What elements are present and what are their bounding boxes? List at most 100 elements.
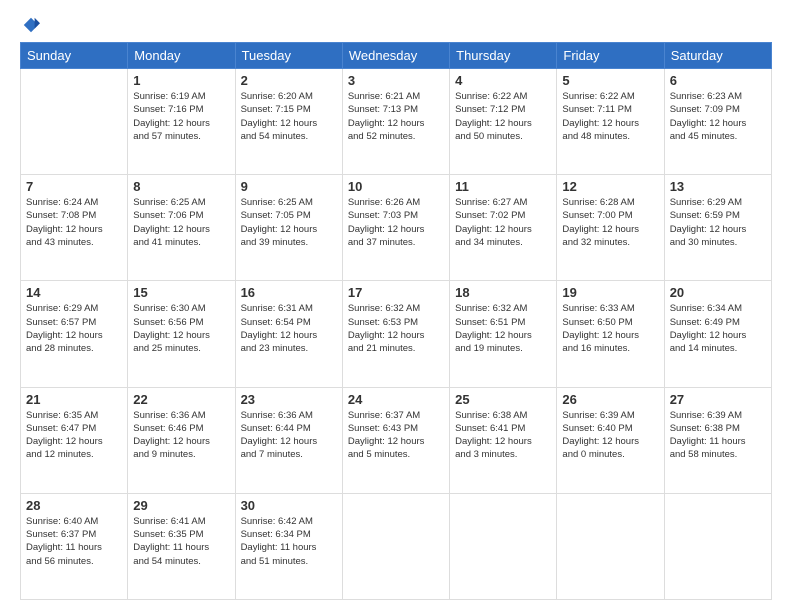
day-info: Sunrise: 6:20 AM Sunset: 7:15 PM Dayligh…	[241, 90, 337, 143]
day-info: Sunrise: 6:39 AM Sunset: 6:38 PM Dayligh…	[670, 409, 766, 462]
day-info: Sunrise: 6:40 AM Sunset: 6:37 PM Dayligh…	[26, 515, 122, 568]
day-info: Sunrise: 6:33 AM Sunset: 6:50 PM Dayligh…	[562, 302, 658, 355]
day-info: Sunrise: 6:22 AM Sunset: 7:12 PM Dayligh…	[455, 90, 551, 143]
week-row-1: 1 Sunrise: 6:19 AM Sunset: 7:16 PM Daylig…	[21, 69, 772, 175]
calendar-cell	[664, 493, 771, 599]
day-number: 27	[670, 392, 766, 407]
calendar-cell	[21, 69, 128, 175]
day-header-tuesday: Tuesday	[235, 43, 342, 69]
week-row-3: 14 Sunrise: 6:29 AM Sunset: 6:57 PM Dayli…	[21, 281, 772, 387]
calendar-cell: 27 Sunrise: 6:39 AM Sunset: 6:38 PM Dayli…	[664, 387, 771, 493]
day-number: 17	[348, 285, 444, 300]
day-number: 5	[562, 73, 658, 88]
day-info: Sunrise: 6:36 AM Sunset: 6:46 PM Dayligh…	[133, 409, 229, 462]
calendar-cell: 9 Sunrise: 6:25 AM Sunset: 7:05 PM Daylig…	[235, 175, 342, 281]
calendar-cell: 6Sunrise: 6:23 AM Sunset: 7:09 PM Daylig…	[664, 69, 771, 175]
day-number: 9	[241, 179, 337, 194]
day-info: Sunrise: 6:37 AM Sunset: 6:43 PM Dayligh…	[348, 409, 444, 462]
day-info: Sunrise: 6:32 AM Sunset: 6:51 PM Dayligh…	[455, 302, 551, 355]
calendar-cell: 3Sunrise: 6:21 AM Sunset: 7:13 PM Daylig…	[342, 69, 449, 175]
day-number: 26	[562, 392, 658, 407]
calendar-cell: 11 Sunrise: 6:27 AM Sunset: 7:02 PM Dayli…	[450, 175, 557, 281]
day-number: 24	[348, 392, 444, 407]
day-info: Sunrise: 6:29 AM Sunset: 6:57 PM Dayligh…	[26, 302, 122, 355]
day-header-thursday: Thursday	[450, 43, 557, 69]
day-info: Sunrise: 6:29 AM Sunset: 6:59 PM Dayligh…	[670, 196, 766, 249]
calendar-cell: 14 Sunrise: 6:29 AM Sunset: 6:57 PM Dayli…	[21, 281, 128, 387]
day-number: 18	[455, 285, 551, 300]
calendar-cell	[450, 493, 557, 599]
calendar-cell: 26 Sunrise: 6:39 AM Sunset: 6:40 PM Dayli…	[557, 387, 664, 493]
logo-icon	[22, 16, 40, 34]
day-number: 30	[241, 498, 337, 513]
day-info: Sunrise: 6:41 AM Sunset: 6:35 PM Dayligh…	[133, 515, 229, 568]
calendar-cell: 13 Sunrise: 6:29 AM Sunset: 6:59 PM Dayli…	[664, 175, 771, 281]
day-number: 20	[670, 285, 766, 300]
calendar-cell: 25 Sunrise: 6:38 AM Sunset: 6:41 PM Dayli…	[450, 387, 557, 493]
page: SundayMondayTuesdayWednesdayThursdayFrid…	[0, 0, 792, 612]
calendar-cell: 17Sunrise: 6:32 AM Sunset: 6:53 PM Dayli…	[342, 281, 449, 387]
day-header-wednesday: Wednesday	[342, 43, 449, 69]
day-number: 7	[26, 179, 122, 194]
day-number: 1	[133, 73, 229, 88]
day-info: Sunrise: 6:39 AM Sunset: 6:40 PM Dayligh…	[562, 409, 658, 462]
day-info: Sunrise: 6:25 AM Sunset: 7:05 PM Dayligh…	[241, 196, 337, 249]
calendar-cell: 23 Sunrise: 6:36 AM Sunset: 6:44 PM Dayli…	[235, 387, 342, 493]
week-row-5: 28Sunrise: 6:40 AM Sunset: 6:37 PM Dayli…	[21, 493, 772, 599]
day-number: 23	[241, 392, 337, 407]
calendar-cell: 28Sunrise: 6:40 AM Sunset: 6:37 PM Dayli…	[21, 493, 128, 599]
calendar-cell: 30 Sunrise: 6:42 AM Sunset: 6:34 PM Dayli…	[235, 493, 342, 599]
day-info: Sunrise: 6:34 AM Sunset: 6:49 PM Dayligh…	[670, 302, 766, 355]
day-info: Sunrise: 6:28 AM Sunset: 7:00 PM Dayligh…	[562, 196, 658, 249]
day-info: Sunrise: 6:19 AM Sunset: 7:16 PM Dayligh…	[133, 90, 229, 143]
day-info: Sunrise: 6:42 AM Sunset: 6:34 PM Dayligh…	[241, 515, 337, 568]
logo-text	[20, 16, 40, 34]
calendar-cell: 2 Sunrise: 6:20 AM Sunset: 7:15 PM Daylig…	[235, 69, 342, 175]
day-number: 21	[26, 392, 122, 407]
calendar-cell: 20 Sunrise: 6:34 AM Sunset: 6:49 PM Dayli…	[664, 281, 771, 387]
calendar-cell: 21 Sunrise: 6:35 AM Sunset: 6:47 PM Dayli…	[21, 387, 128, 493]
calendar-cell: 5 Sunrise: 6:22 AM Sunset: 7:11 PM Daylig…	[557, 69, 664, 175]
day-info: Sunrise: 6:36 AM Sunset: 6:44 PM Dayligh…	[241, 409, 337, 462]
day-info: Sunrise: 6:27 AM Sunset: 7:02 PM Dayligh…	[455, 196, 551, 249]
calendar-cell: 12 Sunrise: 6:28 AM Sunset: 7:00 PM Dayli…	[557, 175, 664, 281]
calendar-cell	[557, 493, 664, 599]
calendar-cell: 4 Sunrise: 6:22 AM Sunset: 7:12 PM Daylig…	[450, 69, 557, 175]
day-number: 10	[348, 179, 444, 194]
day-header-saturday: Saturday	[664, 43, 771, 69]
calendar-header-row: SundayMondayTuesdayWednesdayThursdayFrid…	[21, 43, 772, 69]
day-info: Sunrise: 6:25 AM Sunset: 7:06 PM Dayligh…	[133, 196, 229, 249]
header	[20, 16, 772, 34]
calendar-table: SundayMondayTuesdayWednesdayThursdayFrid…	[20, 42, 772, 600]
day-number: 15	[133, 285, 229, 300]
day-header-sunday: Sunday	[21, 43, 128, 69]
day-number: 13	[670, 179, 766, 194]
day-number: 6	[670, 73, 766, 88]
day-info: Sunrise: 6:22 AM Sunset: 7:11 PM Dayligh…	[562, 90, 658, 143]
day-number: 2	[241, 73, 337, 88]
calendar-cell: 24 Sunrise: 6:37 AM Sunset: 6:43 PM Dayli…	[342, 387, 449, 493]
day-info: Sunrise: 6:30 AM Sunset: 6:56 PM Dayligh…	[133, 302, 229, 355]
calendar-cell: 18 Sunrise: 6:32 AM Sunset: 6:51 PM Dayli…	[450, 281, 557, 387]
day-info: Sunrise: 6:38 AM Sunset: 6:41 PM Dayligh…	[455, 409, 551, 462]
day-info: Sunrise: 6:24 AM Sunset: 7:08 PM Dayligh…	[26, 196, 122, 249]
day-info: Sunrise: 6:26 AM Sunset: 7:03 PM Dayligh…	[348, 196, 444, 249]
calendar-cell: 1 Sunrise: 6:19 AM Sunset: 7:16 PM Daylig…	[128, 69, 235, 175]
day-number: 14	[26, 285, 122, 300]
day-number: 29	[133, 498, 229, 513]
calendar-cell: 7 Sunrise: 6:24 AM Sunset: 7:08 PM Daylig…	[21, 175, 128, 281]
day-number: 12	[562, 179, 658, 194]
day-number: 25	[455, 392, 551, 407]
calendar-cell: 15 Sunrise: 6:30 AM Sunset: 6:56 PM Dayli…	[128, 281, 235, 387]
logo	[20, 16, 40, 34]
day-info: Sunrise: 6:31 AM Sunset: 6:54 PM Dayligh…	[241, 302, 337, 355]
week-row-4: 21 Sunrise: 6:35 AM Sunset: 6:47 PM Dayli…	[21, 387, 772, 493]
day-number: 4	[455, 73, 551, 88]
calendar-cell: 16Sunrise: 6:31 AM Sunset: 6:54 PM Dayli…	[235, 281, 342, 387]
day-header-monday: Monday	[128, 43, 235, 69]
calendar-cell: 8Sunrise: 6:25 AM Sunset: 7:06 PM Daylig…	[128, 175, 235, 281]
calendar-cell: 29 Sunrise: 6:41 AM Sunset: 6:35 PM Dayli…	[128, 493, 235, 599]
day-number: 22	[133, 392, 229, 407]
day-number: 11	[455, 179, 551, 194]
day-info: Sunrise: 6:35 AM Sunset: 6:47 PM Dayligh…	[26, 409, 122, 462]
